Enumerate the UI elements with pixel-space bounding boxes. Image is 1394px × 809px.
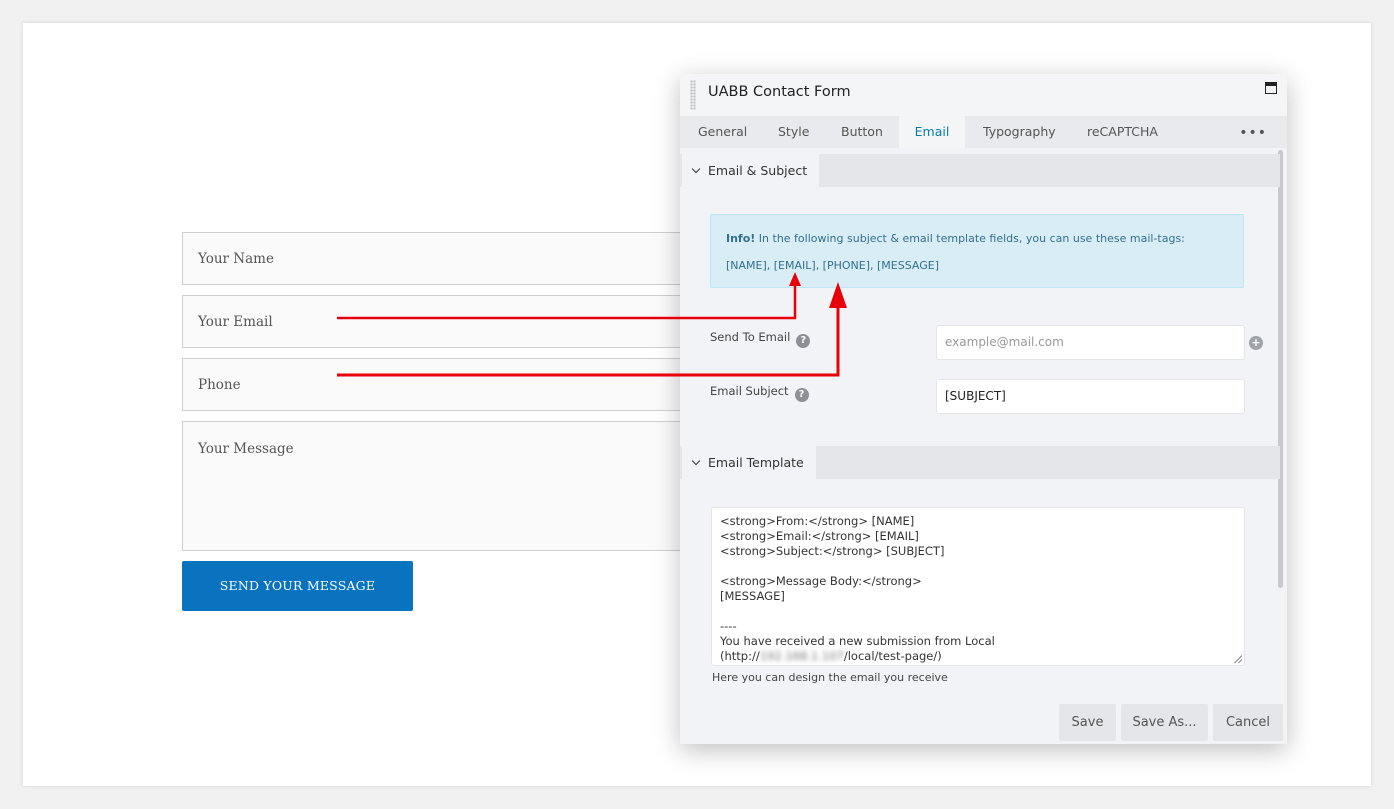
more-icon[interactable]: ••• <box>1239 125 1267 141</box>
message-textarea[interactable]: Your Message <box>182 421 722 551</box>
name-input[interactable]: Your Name <box>182 232 722 285</box>
template-line: <strong>Email:</strong> [EMAIL] <box>720 529 919 543</box>
info-notice: Info! In the following subject & email t… <box>710 214 1244 288</box>
section-title: Email Template <box>708 455 804 470</box>
url-host-blurred: 192.168.1.107 <box>759 649 844 663</box>
resize-icon[interactable] <box>1234 655 1242 663</box>
send-to-email-input[interactable]: example@mail.com <box>936 325 1245 360</box>
tab-bar: General Style Button Email Typography re… <box>680 116 1287 148</box>
settings-panel: UABB Contact Form General Style Button E… <box>680 74 1287 744</box>
template-line: <strong>From:</strong> [NAME] <box>720 514 915 528</box>
plus-icon[interactable]: + <box>1249 336 1263 350</box>
template-line <box>720 604 1236 619</box>
tab-recaptcha[interactable]: reCAPTCHA <box>1087 116 1158 148</box>
template-line <box>720 559 1236 574</box>
section-header-email-template: Email Template <box>680 446 1280 479</box>
email-template-textarea[interactable]: <strong>From:</strong> [NAME] <strong>Ema… <box>711 507 1245 666</box>
tab-button[interactable]: Button <box>841 116 883 148</box>
email-subject-label-text: Email Subject <box>710 384 789 398</box>
url-prefix: (http:// <box>720 649 760 663</box>
drag-handle-icon[interactable] <box>690 80 696 110</box>
url-suffix: /local/test-page/) <box>843 649 942 663</box>
template-line: <strong>Subject:</strong> [SUBJECT] <box>720 544 945 558</box>
send-to-email-label-text: Send To Email <box>710 330 791 344</box>
tab-style[interactable]: Style <box>778 116 809 148</box>
panel-scrollbar[interactable] <box>1278 150 1283 588</box>
chevron-down-icon <box>691 456 701 466</box>
info-text: Info! In the following subject & email t… <box>726 232 1185 245</box>
info-strong: Info! <box>726 232 756 245</box>
template-line: [MESSAGE] <box>720 589 785 603</box>
section-toggle-email-subject[interactable]: Email & Subject <box>682 154 820 187</box>
template-line: <strong>Message Body:</strong> <box>720 574 922 588</box>
template-url-line: (http://192.168.1.107/local/test-page/) <box>720 649 1236 664</box>
email-subject-label: Email Subject? <box>710 384 809 402</box>
save-button[interactable]: Save <box>1059 704 1116 741</box>
cancel-button[interactable]: Cancel <box>1213 704 1283 741</box>
maximize-icon[interactable] <box>1265 82 1277 94</box>
info-description: In the following subject & email templat… <box>755 232 1185 245</box>
section-toggle-email-template[interactable]: Email Template <box>682 446 816 479</box>
email-subject-input[interactable]: [SUBJECT] <box>936 379 1245 414</box>
send-to-email-label: Send To Email? <box>710 330 811 348</box>
tab-typography[interactable]: Typography <box>983 116 1056 148</box>
tab-email[interactable]: Email <box>899 116 965 148</box>
send-message-button[interactable]: SEND YOUR MESSAGE <box>182 561 413 611</box>
info-mail-tags: [NAME], [EMAIL], [PHONE], [MESSAGE] <box>726 259 940 272</box>
help-icon[interactable]: ? <box>796 334 811 348</box>
help-icon[interactable]: ? <box>794 388 809 402</box>
save-as-button[interactable]: Save As... <box>1121 704 1208 741</box>
tab-general[interactable]: General <box>698 116 747 148</box>
email-input[interactable]: Your Email <box>182 295 722 348</box>
phone-input[interactable]: Phone <box>182 358 722 411</box>
chevron-down-icon <box>691 164 701 174</box>
panel-header[interactable]: UABB Contact Form <box>680 74 1287 116</box>
section-header-email-subject: Email & Subject <box>680 154 1280 187</box>
email-template-help: Here you can design the email you receiv… <box>712 671 948 684</box>
template-line: ---- <box>720 619 737 633</box>
template-line: You have received a new submission from … <box>720 634 995 648</box>
section-title: Email & Subject <box>708 163 808 178</box>
panel-title: UABB Contact Form <box>708 84 851 100</box>
